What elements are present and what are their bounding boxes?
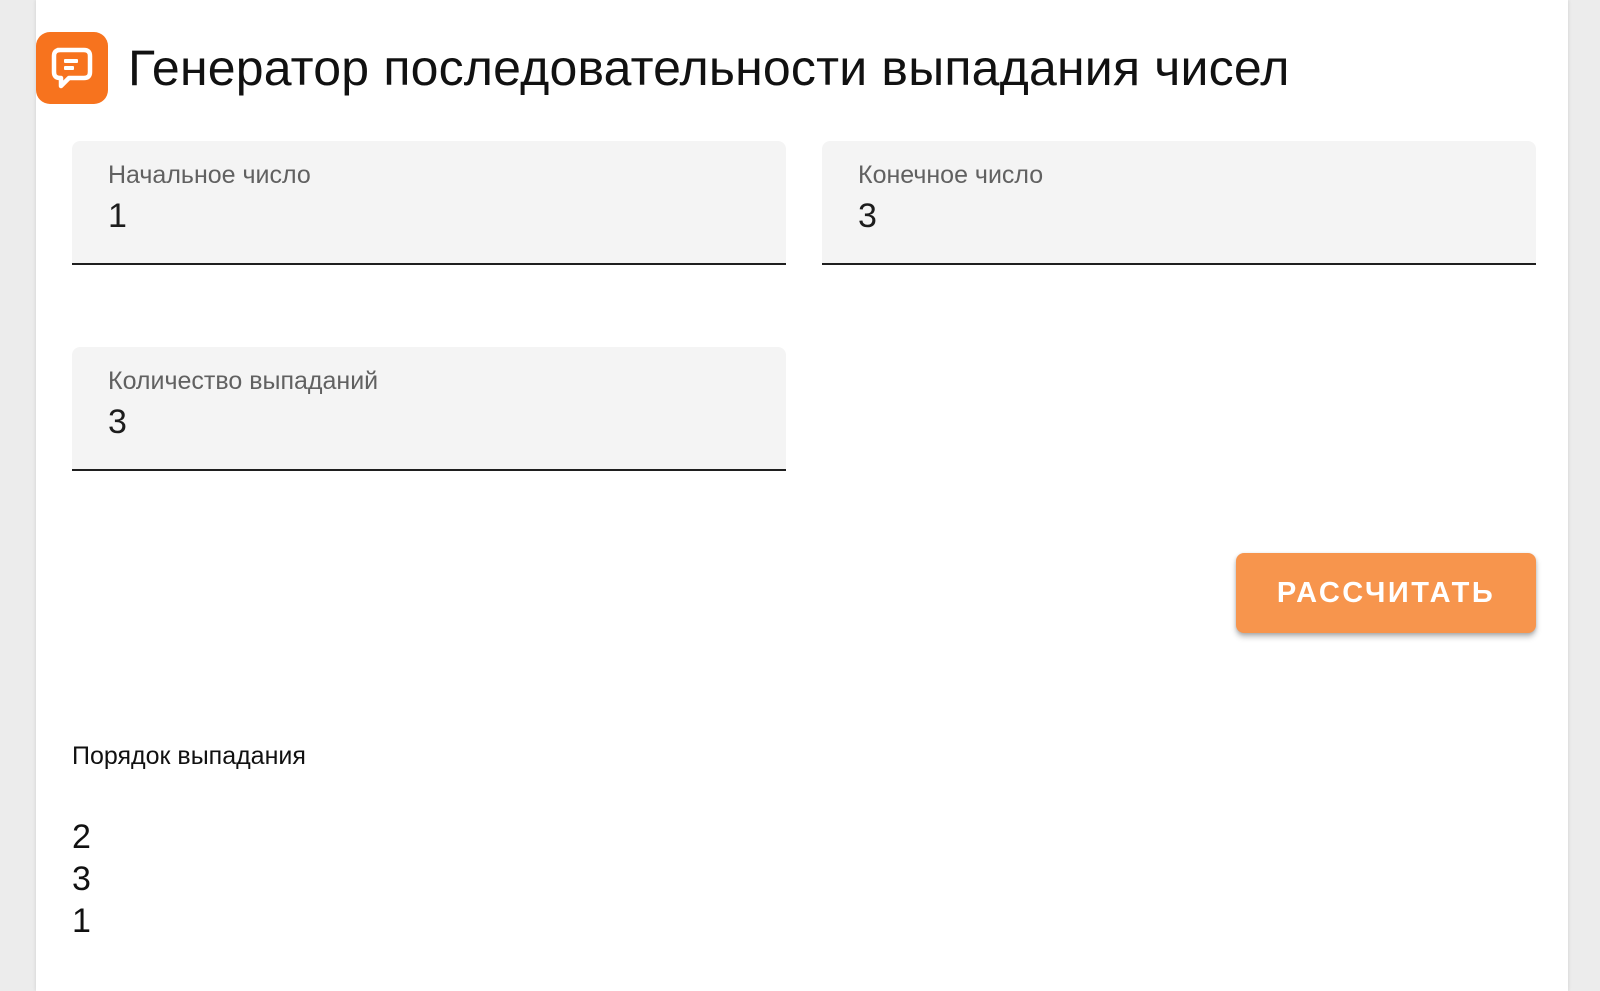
drop-count-label: Количество выпаданий <box>108 367 379 395</box>
drop-count-input[interactable] <box>108 403 748 442</box>
result-item: 3 <box>72 860 91 898</box>
end-number-input[interactable] <box>858 197 1498 236</box>
result-item: 2 <box>72 818 91 856</box>
start-number-input[interactable] <box>108 197 748 236</box>
page-title: Генератор последовательности выпадания ч… <box>128 40 1290 96</box>
header: Генератор последовательности выпадания ч… <box>36 32 1290 104</box>
result-list: 2 3 1 <box>72 816 91 942</box>
calculate-button[interactable]: РАССЧИТАТЬ <box>1236 553 1536 633</box>
app-logo-icon <box>36 32 108 104</box>
start-number-label: Начальное число <box>108 161 311 189</box>
result-item: 1 <box>72 902 91 940</box>
drop-count-field[interactable]: Количество выпаданий <box>72 347 786 471</box>
end-number-label: Конечное число <box>858 161 1044 189</box>
start-number-field[interactable]: Начальное число <box>72 141 786 265</box>
chat-bubble-p-icon <box>51 47 93 89</box>
result-label: Порядок выпадания <box>72 742 306 770</box>
end-number-field[interactable]: Конечное число <box>822 141 1536 265</box>
